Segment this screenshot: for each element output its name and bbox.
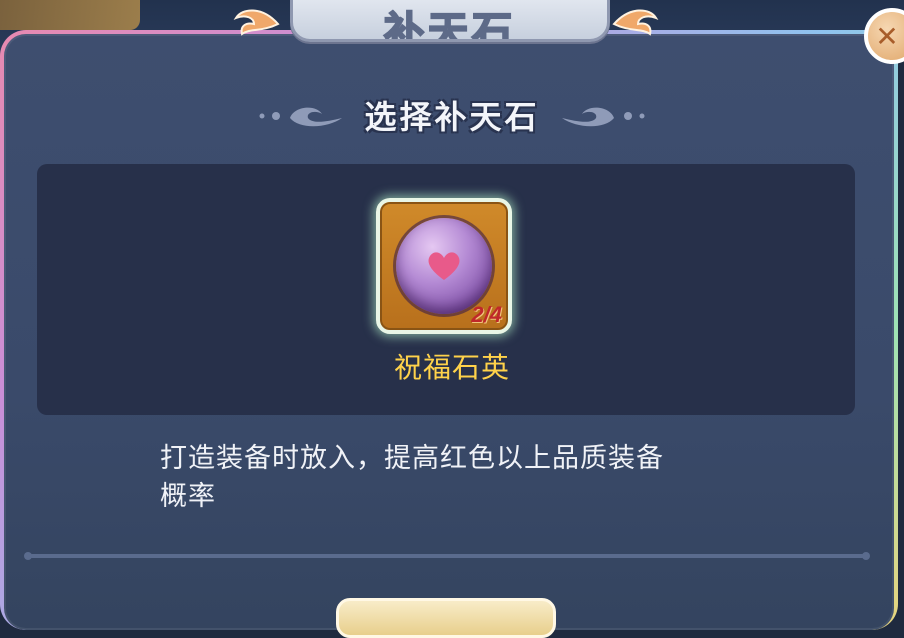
description-line-2: 概率 [160, 481, 216, 512]
confirm-button[interactable] [336, 598, 556, 638]
item-name: 祝福石英 [393, 351, 510, 384]
item-slot[interactable]: 2/4 [376, 198, 512, 334]
right-flourish-icon [561, 107, 644, 127]
item-description: 打造装备时放入，提高红色以上品质装备 概率 [160, 440, 770, 516]
close-icon: ✕ [875, 19, 899, 53]
left-flourish-icon [259, 107, 343, 127]
background-art [0, 0, 140, 30]
window-title-plaque: 补天石 [290, 0, 610, 42]
item-count: 2/4 [471, 302, 502, 327]
divider [24, 552, 870, 560]
heart-orb-icon [396, 218, 492, 314]
section-header: 选择补天石 [0, 90, 904, 140]
right-wing-ornament-icon [612, 9, 659, 36]
window-title: 补天石 [383, 8, 516, 42]
description-line-1: 打造装备时放入，提高红色以上品质装备 [160, 443, 664, 474]
left-wing-ornament-icon [233, 9, 280, 36]
section-title: 选择补天石 [364, 98, 540, 136]
heart-icon [428, 252, 460, 280]
